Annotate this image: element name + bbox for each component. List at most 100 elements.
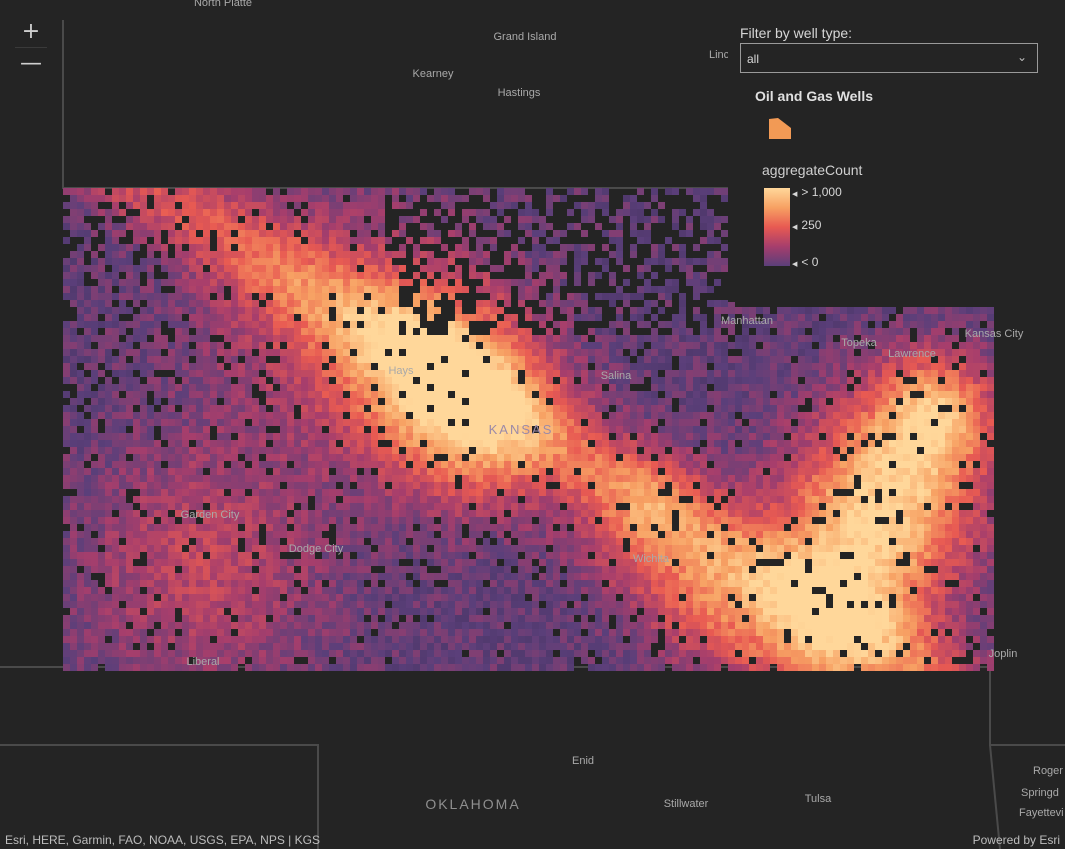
density-cell: [147, 363, 154, 370]
density-cell: [490, 503, 497, 510]
density-cell: [133, 461, 140, 468]
density-cell: [77, 503, 84, 510]
density-cell: [231, 188, 238, 195]
density-cell: [154, 391, 161, 398]
density-cell: [889, 482, 896, 489]
density-cell: [497, 370, 504, 377]
density-cell: [91, 328, 98, 335]
density-cell: [483, 209, 490, 216]
density-cell: [266, 230, 273, 237]
density-cell: [420, 433, 427, 440]
density-cell: [238, 300, 245, 307]
density-cell: [847, 328, 854, 335]
density-cell: [203, 188, 210, 195]
density-cell: [427, 293, 434, 300]
density-cell: [553, 412, 560, 419]
density-cell: [917, 370, 924, 377]
density-cell: [399, 503, 406, 510]
density-cell: [672, 244, 679, 251]
density-cell: [294, 454, 301, 461]
density-cell: [609, 363, 616, 370]
density-cell: [588, 244, 595, 251]
density-cell: [686, 216, 693, 223]
density-cell: [539, 321, 546, 328]
density-cell: [182, 524, 189, 531]
density-cell: [273, 216, 280, 223]
density-cell: [777, 482, 784, 489]
density-cell: [539, 510, 546, 517]
density-cell: [546, 475, 553, 482]
density-cell: [210, 209, 217, 216]
density-cell: [777, 461, 784, 468]
density-cell: [903, 461, 910, 468]
density-cell: [518, 468, 525, 475]
density-cell: [980, 391, 987, 398]
density-cell: [910, 517, 917, 524]
density-cell: [238, 223, 245, 230]
density-cell: [448, 454, 455, 461]
density-cell: [392, 524, 399, 531]
density-cell: [574, 223, 581, 230]
density-cell: [469, 482, 476, 489]
density-cell: [105, 223, 112, 230]
density-cell: [966, 447, 973, 454]
density-cell: [931, 454, 938, 461]
density-cell: [707, 524, 714, 531]
density-cell: [217, 440, 224, 447]
density-cell: [763, 349, 770, 356]
density-cell: [266, 244, 273, 251]
density-cell: [539, 412, 546, 419]
density-cell: [840, 475, 847, 482]
density-cell: [119, 244, 126, 251]
density-cell: [406, 475, 413, 482]
density-cell: [721, 342, 728, 349]
density-cell: [350, 202, 357, 209]
density-cell: [609, 454, 616, 461]
density-cell: [903, 482, 910, 489]
density-cell: [280, 454, 287, 461]
density-cell: [217, 384, 224, 391]
density-cell: [616, 216, 623, 223]
density-cell: [679, 209, 686, 216]
density-cell: [105, 279, 112, 286]
density-cell: [595, 307, 602, 314]
density-cell: [462, 195, 469, 202]
density-cell: [77, 335, 84, 342]
density-cell: [602, 447, 609, 454]
density-cell: [63, 531, 70, 538]
density-cell: [504, 370, 511, 377]
density-cell: [630, 398, 637, 405]
density-cell: [721, 433, 728, 440]
density-cell: [966, 307, 973, 314]
density-cell: [833, 363, 840, 370]
density-cell: [378, 433, 385, 440]
density-cell: [910, 384, 917, 391]
density-cell: [350, 328, 357, 335]
density-cell: [399, 216, 406, 223]
density-cell: [791, 377, 798, 384]
density-cell: [189, 230, 196, 237]
density-cell: [854, 503, 861, 510]
density-cell: [735, 482, 742, 489]
density-cell: [245, 335, 252, 342]
density-cell: [406, 433, 413, 440]
density-cell: [889, 377, 896, 384]
density-cell: [945, 482, 952, 489]
density-cell: [567, 314, 574, 321]
density-cell: [105, 209, 112, 216]
density-cell: [574, 188, 581, 195]
density-cell: [308, 314, 315, 321]
density-cell: [91, 314, 98, 321]
density-cell: [91, 272, 98, 279]
density-cell: [875, 475, 882, 482]
density-cell: [791, 496, 798, 503]
density-cell: [343, 384, 350, 391]
density-cell: [609, 356, 616, 363]
density-cell: [371, 328, 378, 335]
density-cell: [119, 384, 126, 391]
density-cell: [77, 223, 84, 230]
density-cell: [735, 356, 742, 363]
density-cell: [595, 489, 602, 496]
density-cell: [875, 398, 882, 405]
density-cell: [721, 377, 728, 384]
